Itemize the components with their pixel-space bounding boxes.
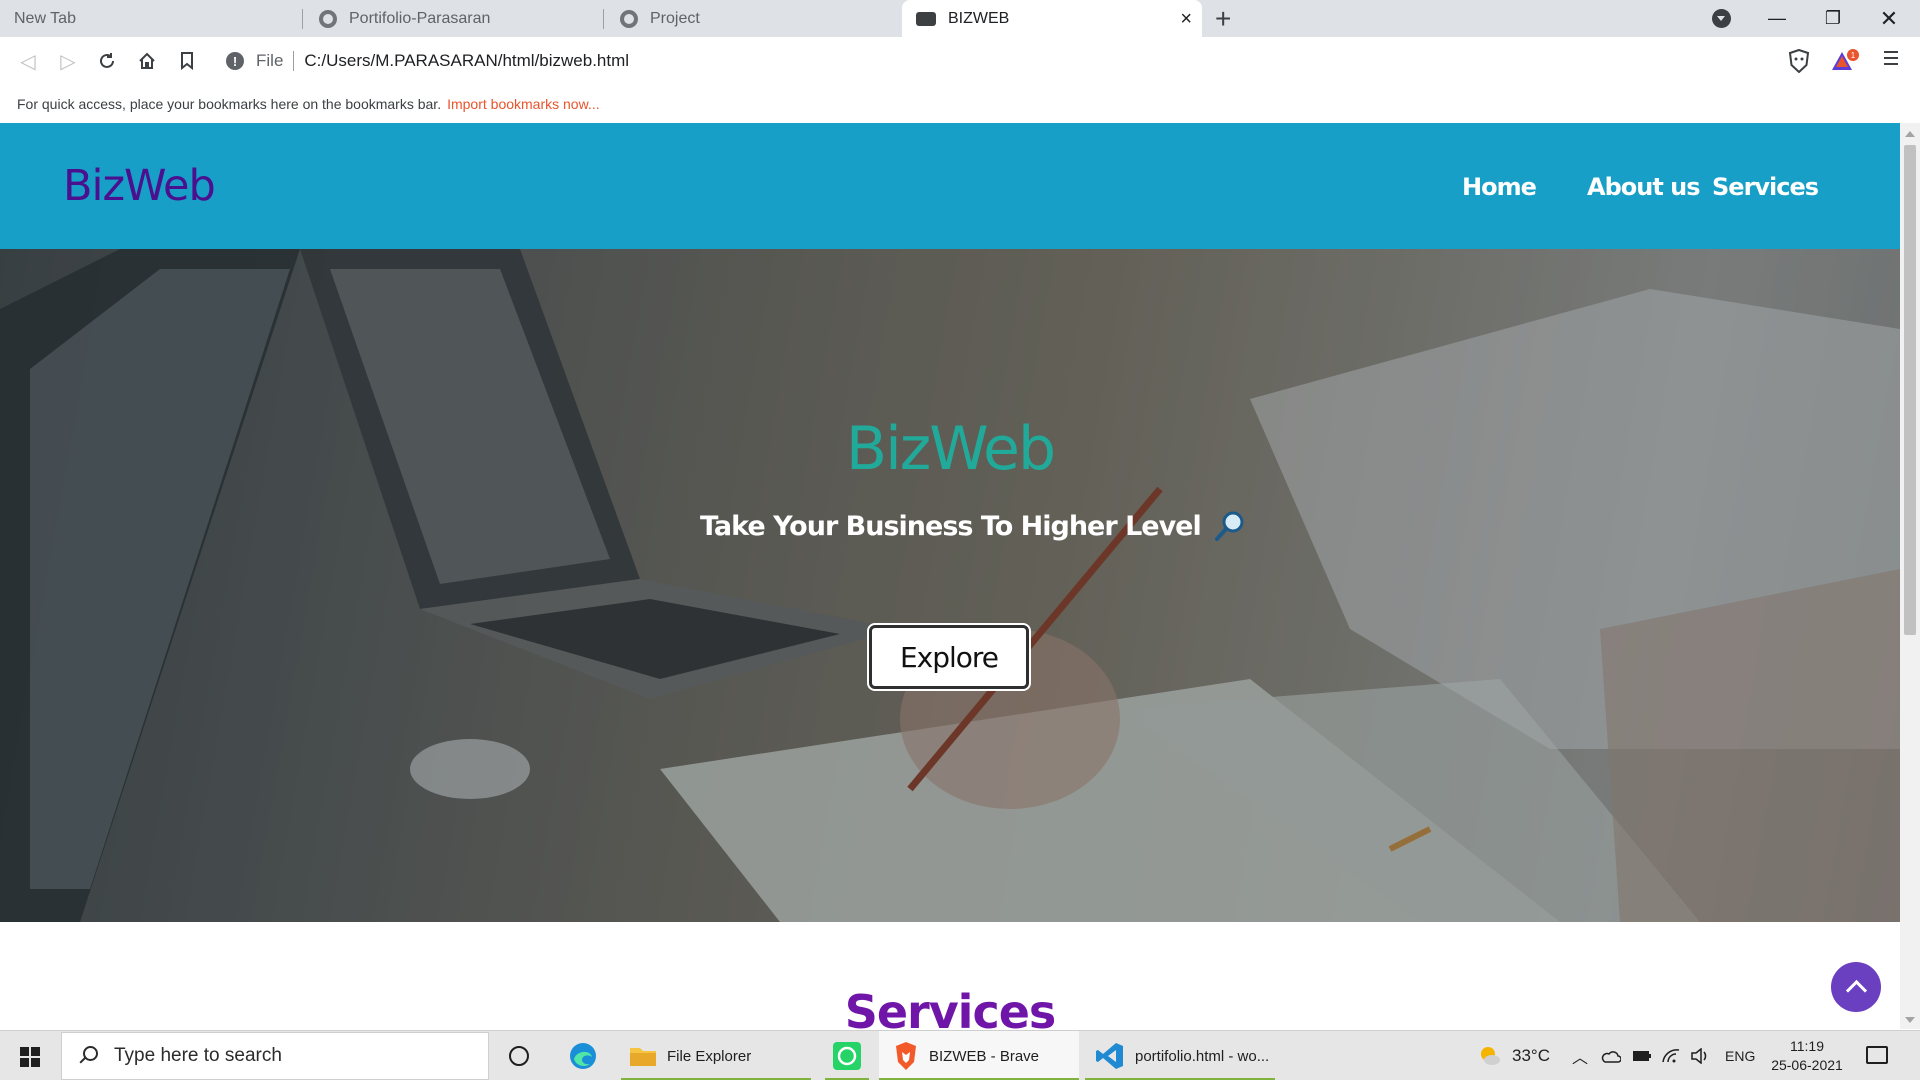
whatsapp-icon (833, 1042, 861, 1070)
reload-icon[interactable] (93, 47, 121, 75)
minimize-button[interactable]: — (1754, 0, 1800, 37)
url-text[interactable]: C:/Users/M.PARASARAN/html/bizweb.html (304, 51, 629, 71)
site-navbar: BizWeb Home About us Services (0, 123, 1900, 249)
private-window-icon (916, 11, 936, 26)
tab-strip: New Tab Portifolio-Parasaran Project BIZ… (0, 0, 1920, 37)
site-logo[interactable]: BizWeb (63, 161, 216, 211)
forward-icon[interactable]: ▷ (54, 47, 82, 75)
bookmark-icon[interactable] (173, 47, 201, 75)
bookmarks-bar: For quick access, place your bookmarks h… (0, 85, 1920, 123)
site-info-icon[interactable]: ! (226, 52, 244, 70)
taskbar-search-placeholder: Type here to search (114, 1045, 282, 1066)
tab-project[interactable]: Project (606, 0, 902, 37)
home-icon[interactable] (133, 47, 161, 75)
url-scheme: File (256, 51, 284, 70)
hero-tagline: Take Your Business To Higher Level (700, 509, 1247, 543)
clock-date: 25-06-2021 (1771, 1057, 1843, 1073)
tab-separator (603, 9, 604, 29)
vscode-taskbar-button[interactable]: portifolio.html - wo... (1085, 1031, 1275, 1080)
hero-section: BizWeb Take Your Business To Higher Leve… (0, 249, 1900, 922)
search-icon (78, 1046, 98, 1066)
nav-services[interactable]: Services (1712, 173, 1819, 201)
new-tab-button[interactable]: + (1215, 3, 1231, 35)
services-heading: Services (844, 985, 1057, 1029)
tab-portfolio[interactable]: Portifolio-Parasaran (305, 0, 601, 37)
back-icon[interactable]: ◁ (14, 47, 42, 75)
nav-home[interactable]: Home (1462, 173, 1537, 201)
windows-start-icon[interactable] (20, 1047, 40, 1067)
globe-icon (620, 9, 638, 28)
edge-taskbar-button[interactable] (563, 1031, 603, 1080)
scroll-down-arrow[interactable] (1905, 1017, 1915, 1023)
close-window-button[interactable]: ✕ (1866, 0, 1912, 37)
windows-taskbar: Type here to search File Explorer BIZWEB… (0, 1030, 1920, 1080)
edge-icon (570, 1043, 596, 1069)
brave-taskbar-button[interactable]: BIZWEB - Brave (879, 1031, 1079, 1080)
bookmarks-hint: For quick access, place your bookmarks h… (17, 96, 442, 112)
scrollbar-thumb[interactable] (1904, 145, 1916, 635)
restore-button[interactable]: ❐ (1810, 0, 1856, 37)
tab-label: New Tab (14, 9, 76, 27)
browser-toolbar: ◁ ▷ ! File C:/Users/M.PARASARAN/html/biz… (0, 37, 1920, 85)
menu-icon[interactable] (1884, 51, 1898, 69)
taskbar-app-label: portifolio.html - wo... (1135, 1047, 1270, 1065)
vscode-icon (1096, 1043, 1123, 1069)
taskbar-clock[interactable]: 11:19 25-06-2021 (1767, 1037, 1847, 1075)
hero-overlay (0, 249, 1900, 922)
import-bookmarks-link[interactable]: Import bookmarks now... (447, 96, 600, 112)
hero-tagline-text: Take Your Business To Higher Level (700, 510, 1202, 542)
nav-about[interactable]: About us (1587, 173, 1701, 201)
page-viewport: BizWeb Home About us Services BizWeb Tak… (0, 123, 1900, 1029)
wifi-icon[interactable] (1661, 1031, 1681, 1080)
globe-icon (319, 9, 337, 28)
taskbar-search-box[interactable]: Type here to search (61, 1032, 489, 1080)
onedrive-icon[interactable] (1601, 1031, 1621, 1080)
cortana-icon[interactable] (509, 1046, 529, 1066)
hero-title: BizWeb (845, 414, 1056, 484)
tab-bizweb[interactable]: BIZWEB × (902, 0, 1202, 37)
scroll-to-top-button[interactable] (1831, 962, 1881, 1012)
chevron-up-icon[interactable]: ︿ (1572, 1031, 1588, 1080)
tab-label: Portifolio-Parasaran (349, 9, 491, 27)
brave-icon (896, 1042, 916, 1070)
explore-button[interactable]: Explore (869, 625, 1029, 689)
brave-rewards-icon[interactable]: 1 (1830, 48, 1860, 74)
tab-separator (302, 9, 303, 29)
tab-label: Project (650, 9, 700, 27)
folder-icon (630, 1048, 656, 1066)
notification-center-icon[interactable] (1866, 1046, 1888, 1064)
scroll-up-arrow[interactable] (1905, 131, 1915, 137)
magnifier-icon (1213, 509, 1247, 543)
weather-temp: 33°C (1512, 1046, 1550, 1065)
tab-search-icon[interactable] (1712, 9, 1731, 28)
tab-label: BIZWEB (948, 9, 1010, 27)
file-explorer-taskbar-button[interactable]: File Explorer (621, 1031, 811, 1080)
battery-icon[interactable] (1632, 1031, 1652, 1080)
brave-shield-icon[interactable] (1788, 48, 1810, 74)
taskbar-app-label: File Explorer (667, 1047, 752, 1065)
language-indicator[interactable]: ENG (1725, 1031, 1755, 1080)
whatsapp-taskbar-button[interactable] (825, 1031, 869, 1080)
rewards-badge: 1 (1851, 51, 1856, 60)
address-bar[interactable]: ! File C:/Users/M.PARASARAN/html/bizweb.… (216, 43, 1778, 79)
page-scrollbar[interactable] (1900, 123, 1920, 1029)
url-separator (293, 51, 295, 71)
tab-new-tab[interactable]: New Tab (0, 0, 300, 37)
taskbar-app-label: BIZWEB - Brave (929, 1047, 1040, 1065)
weather-sun-cloud-icon (1481, 1047, 1500, 1065)
close-tab-icon[interactable]: × (1180, 8, 1192, 31)
weather-widget[interactable]: 33°C (1478, 1031, 1550, 1080)
clock-time: 11:19 (1790, 1038, 1824, 1054)
volume-icon[interactable] (1690, 1031, 1710, 1080)
